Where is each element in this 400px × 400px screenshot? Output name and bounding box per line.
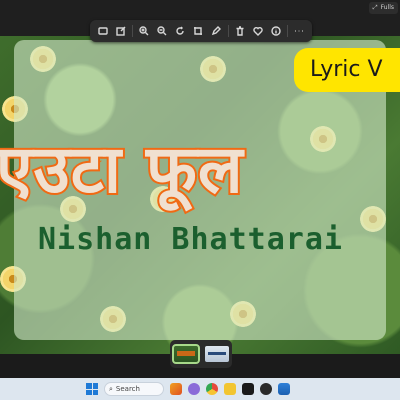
toolbar-divider xyxy=(132,25,134,37)
delete-icon[interactable] xyxy=(233,24,247,38)
view-icon[interactable] xyxy=(96,24,110,38)
info-icon[interactable] xyxy=(269,24,283,38)
app-icon[interactable] xyxy=(170,383,182,395)
chrome-icon[interactable] xyxy=(206,383,218,395)
more-icon[interactable] xyxy=(292,24,306,38)
toolbar-divider xyxy=(286,25,288,37)
file-explorer-icon[interactable] xyxy=(224,383,236,395)
image-canvas[interactable]: Lyric V एउटा फूल Nishan Bhattarai xyxy=(0,36,400,354)
media-app-icon[interactable] xyxy=(260,383,272,395)
edit-icon[interactable] xyxy=(114,24,128,38)
artist-name: Nishan Bhattarai xyxy=(38,222,343,257)
rotate-icon[interactable] xyxy=(173,24,187,38)
chat-icon[interactable] xyxy=(188,383,200,395)
markup-icon[interactable] xyxy=(209,24,223,38)
toolbar-divider xyxy=(227,25,229,37)
thumbnail-current[interactable] xyxy=(171,344,200,364)
favorite-icon[interactable] xyxy=(251,24,265,38)
fullscreen-button[interactable]: ⤢ Fulls xyxy=(368,2,398,14)
lyric-badge: Lyric V xyxy=(294,48,400,92)
photos-icon[interactable] xyxy=(278,383,290,395)
zoom-out-icon[interactable] xyxy=(155,24,169,38)
taskbar-search[interactable]: ⌕ Search xyxy=(104,382,164,396)
windows-start-icon[interactable] xyxy=(86,383,98,395)
expand-icon: ⤢ xyxy=(372,4,378,11)
thumbnail-next[interactable] xyxy=(204,346,229,362)
search-icon: ⌕ xyxy=(109,384,113,393)
song-title: एउटा फूल xyxy=(0,129,245,210)
crop-icon[interactable] xyxy=(191,24,205,38)
filmstrip xyxy=(170,340,232,368)
zoom-in-icon[interactable] xyxy=(137,24,151,38)
fullscreen-label: Fulls xyxy=(380,4,394,11)
capcut-icon[interactable] xyxy=(242,383,254,395)
taskbar: ⌕ Search xyxy=(0,378,400,400)
viewer-toolbar xyxy=(90,20,312,42)
search-label: Search xyxy=(115,385,140,393)
